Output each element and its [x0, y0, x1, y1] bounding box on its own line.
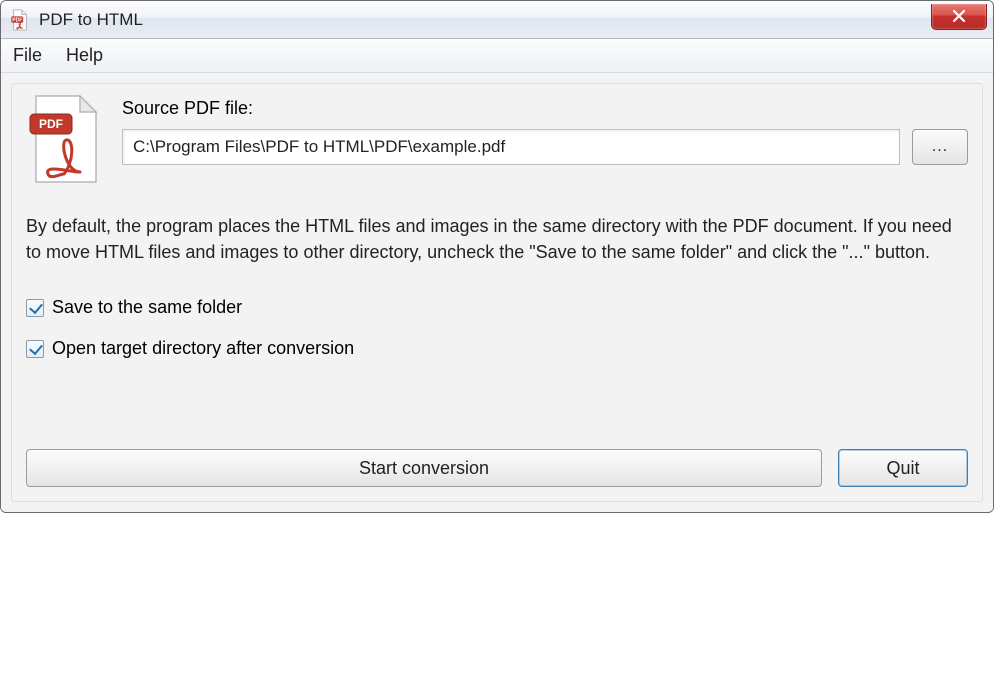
checkbox-open-target-label: Open target directory after conversion: [52, 338, 354, 359]
menubar: File Help: [1, 39, 993, 73]
client-area: PDF Source PDF file: C:\Program Files\PD…: [1, 73, 993, 512]
description-text: By default, the program places the HTML …: [26, 213, 968, 265]
close-button[interactable]: [931, 4, 987, 30]
source-file-input[interactable]: C:\Program Files\PDF to HTML\PDF\example…: [122, 129, 900, 165]
browse-button[interactable]: ...: [912, 129, 968, 165]
titlebar: PDF PDF to HTML: [1, 1, 993, 39]
source-right: Source PDF file: C:\Program Files\PDF to…: [122, 94, 968, 165]
menu-help[interactable]: Help: [66, 45, 103, 66]
start-conversion-button[interactable]: Start conversion: [26, 449, 822, 487]
source-row: PDF Source PDF file: C:\Program Files\PD…: [26, 94, 968, 191]
checkbox-same-folder-box[interactable]: [26, 299, 44, 317]
checkbox-open-target-box[interactable]: [26, 340, 44, 358]
main-panel: PDF Source PDF file: C:\Program Files\PD…: [11, 83, 983, 502]
close-icon: [952, 9, 966, 23]
file-row: C:\Program Files\PDF to HTML\PDF\example…: [122, 129, 968, 165]
window-title: PDF to HTML: [39, 10, 931, 30]
svg-text:PDF: PDF: [39, 117, 63, 131]
source-file-label: Source PDF file:: [122, 98, 968, 119]
menu-file[interactable]: File: [13, 45, 42, 66]
button-row: Start conversion Quit: [26, 449, 968, 487]
app-pdf-icon: PDF: [9, 9, 31, 31]
app-window: PDF PDF to HTML File Help P: [0, 0, 994, 513]
pdf-file-icon: PDF: [26, 94, 104, 191]
checkbox-open-target[interactable]: Open target directory after conversion: [26, 338, 968, 359]
quit-button[interactable]: Quit: [838, 449, 968, 487]
checkbox-same-folder[interactable]: Save to the same folder: [26, 297, 968, 318]
checkbox-same-folder-label: Save to the same folder: [52, 297, 242, 318]
